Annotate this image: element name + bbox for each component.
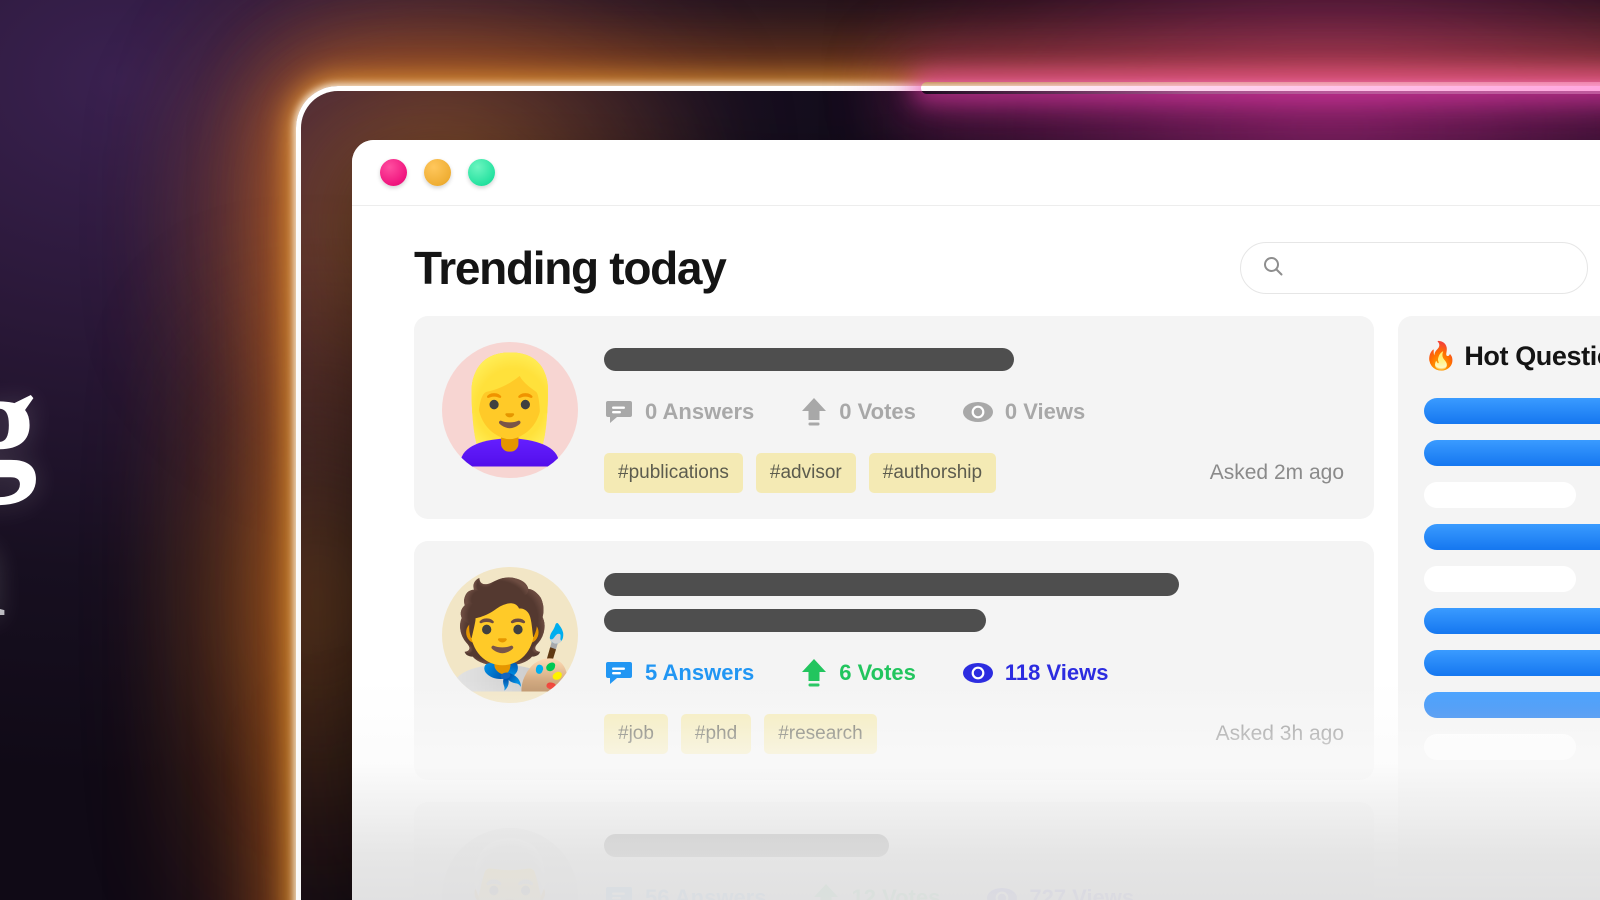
tag[interactable]: #phd [680, 714, 752, 754]
views-label: 0 Views [1004, 399, 1086, 424]
close-button[interactable] [380, 159, 407, 186]
browser-window: Trending today 👱‍♀️ 0 Answers 0 Votes 0 Vie… [352, 140, 1600, 900]
tag[interactable]: #research [764, 714, 877, 754]
views-label: 118 Views [1004, 660, 1109, 685]
votes-icon [800, 397, 828, 427]
question-title-placeholder [604, 348, 1014, 371]
votes-label: 12 Votes [851, 885, 941, 900]
question-card[interactable]: 🧑‍🎨 5 Answers 6 Votes 118 Views #job #phd #res… [414, 541, 1374, 780]
hot-question-bar[interactable] [1424, 608, 1600, 634]
views-label: 727 Views [1029, 885, 1135, 900]
scene: ng m Trending today [0, 0, 1600, 900]
tag-row: #publications #advisor #authorship Asked 2m… [604, 453, 1344, 493]
views-icon [962, 658, 994, 688]
question-card[interactable]: 👱‍♀️ 0 Answers 0 Votes 0 Views #publications… [414, 316, 1374, 519]
votes-icon [812, 883, 840, 900]
question-author-avatar[interactable]: 🧑‍🎨 [442, 567, 578, 703]
hot-questions-title: 🔥 Hot Questions [1424, 341, 1600, 371]
answers-icon [604, 397, 634, 427]
tag[interactable]: #authorship [868, 453, 997, 493]
hot-question-bar[interactable] [1424, 440, 1600, 466]
views-stat: 727 Views [986, 883, 1134, 900]
question-author-avatar[interactable]: 👨‍🦳 [442, 828, 578, 900]
hot-question-bar[interactable] [1424, 692, 1600, 718]
question-card[interactable]: 👨‍🦳 56 Answers 12 Votes 727 Views [414, 802, 1374, 900]
question-title-placeholder [604, 609, 986, 632]
question-title-placeholder [604, 573, 1179, 596]
views-icon [962, 397, 994, 427]
hot-question-bar[interactable] [1424, 524, 1600, 550]
hot-questions-panel: 🔥 Hot Questions [1398, 316, 1600, 876]
question-stats: 5 Answers 6 Votes 118 Views [604, 658, 1344, 688]
hot-question-bar[interactable] [1424, 482, 1576, 508]
votes-stat: 6 Votes [800, 658, 916, 688]
tag[interactable]: #advisor [755, 453, 856, 493]
votes-label: 0 Votes [839, 399, 916, 424]
answers-stat: 56 Answers [604, 883, 766, 900]
hot-questions-list [1424, 398, 1600, 760]
headline-line-1: ng [0, 339, 37, 505]
asked-timestamp: Asked 3h ago [1215, 722, 1344, 745]
hot-question-bar[interactable] [1424, 566, 1576, 592]
minimize-button[interactable] [424, 159, 451, 186]
hot-question-bar[interactable] [1424, 398, 1600, 424]
question-feed: 👱‍♀️ 0 Answers 0 Votes 0 Views #publications… [414, 316, 1374, 900]
votes-icon [800, 658, 828, 688]
answers-label: 0 Answers [645, 399, 755, 424]
votes-stat: 0 Votes [800, 397, 916, 427]
window-titlebar [352, 140, 1600, 206]
hot-question-bar[interactable] [1424, 650, 1600, 676]
answers-icon [604, 658, 634, 688]
search-box[interactable] [1240, 242, 1588, 294]
search-icon [1261, 254, 1285, 283]
tag[interactable]: #publications [604, 453, 743, 493]
votes-stat: 12 Votes [812, 883, 940, 900]
views-stat: 118 Views [962, 658, 1109, 688]
hot-question-bar[interactable] [1424, 734, 1576, 760]
answers-stat: 0 Answers [604, 397, 754, 427]
page-title: Trending today [414, 242, 727, 294]
votes-label: 6 Votes [839, 660, 916, 685]
page-header: Trending today [352, 206, 1600, 316]
question-body: 56 Answers 12 Votes 727 Views [604, 828, 1344, 900]
answers-label: 56 Answers [645, 885, 767, 900]
answers-label: 5 Answers [645, 660, 755, 685]
question-stats: 56 Answers 12 Votes 727 Views [604, 883, 1344, 900]
header-actions [1240, 240, 1600, 296]
question-title-placeholder [604, 834, 889, 857]
tag-row: #job #phd #research Asked 3h ago [604, 714, 1344, 754]
views-icon [986, 883, 1018, 900]
answers-icon [604, 883, 634, 900]
tag[interactable]: #job [604, 714, 668, 754]
headline-line-2: m [0, 490, 212, 640]
search-input[interactable] [1295, 258, 1567, 278]
content-area: 👱‍♀️ 0 Answers 0 Votes 0 Views #publications… [352, 316, 1600, 900]
question-stats: 0 Answers 0 Votes 0 Views [604, 397, 1344, 427]
decorative-headline: ng m [0, 347, 212, 640]
maximize-button[interactable] [468, 159, 495, 186]
views-stat: 0 Views [962, 397, 1085, 427]
question-body: 0 Answers 0 Votes 0 Views #publications #adv… [604, 342, 1344, 493]
answers-stat: 5 Answers [604, 658, 754, 688]
question-body: 5 Answers 6 Votes 118 Views #job #phd #resear… [604, 567, 1344, 754]
asked-timestamp: Asked 2m ago [1209, 461, 1344, 484]
question-author-avatar[interactable]: 👱‍♀️ [442, 342, 578, 478]
